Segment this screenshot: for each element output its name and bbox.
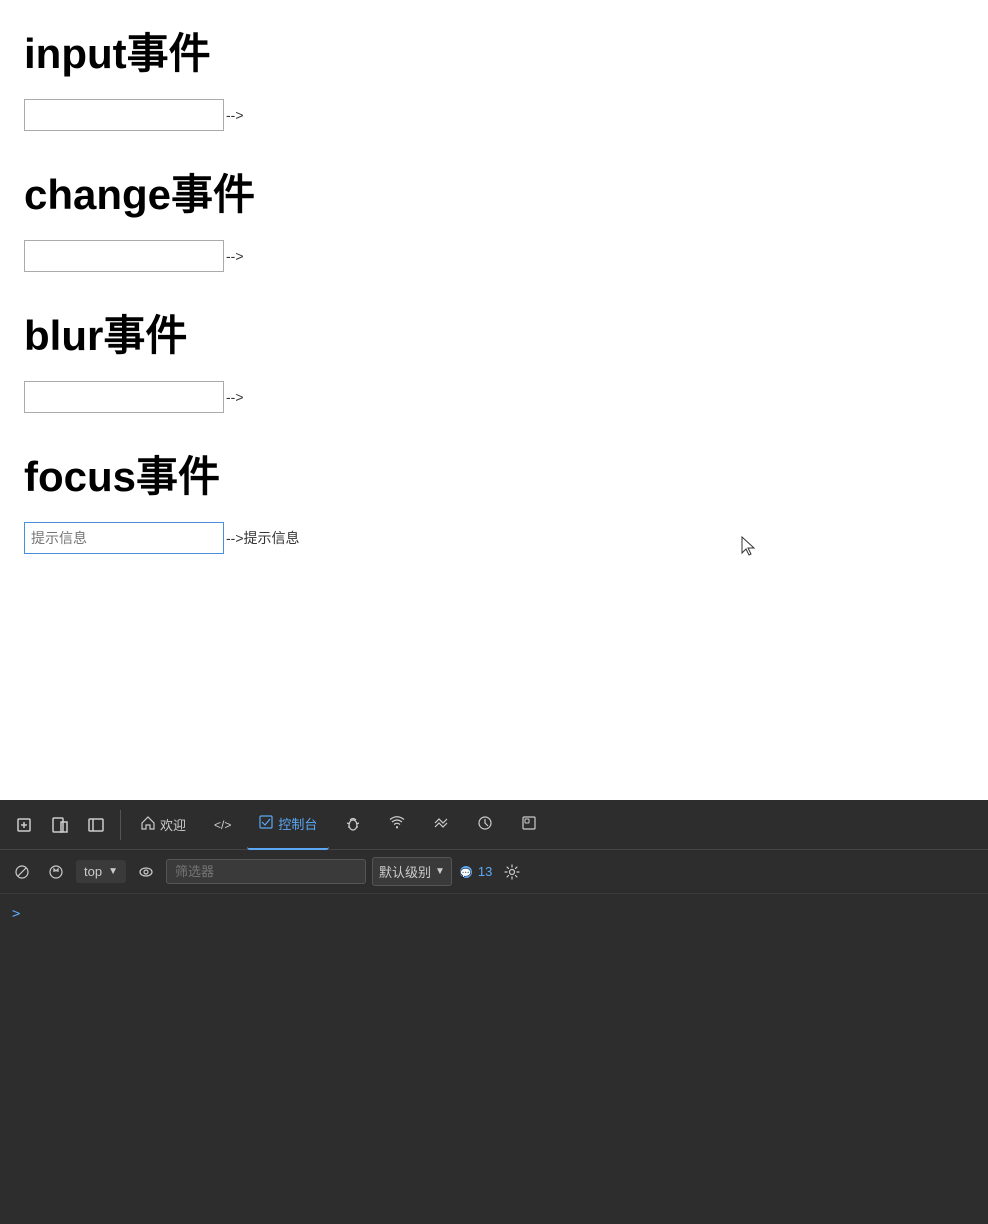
console-output-area[interactable]: > (0, 894, 988, 1224)
context-selector-button[interactable]: top ▼ (76, 860, 126, 883)
change-arrow: --> (226, 248, 244, 264)
input-section-title: input事件 (24, 20, 964, 81)
home-icon (141, 816, 155, 833)
tab-memory[interactable] (465, 800, 505, 850)
blur-section-title: blur事件 (24, 302, 964, 363)
input-event-field[interactable] (24, 99, 224, 131)
change-event-field[interactable] (24, 240, 224, 272)
change-section-title: change事件 (24, 161, 964, 222)
tab-console-label: 控制台 (278, 814, 317, 833)
console-level-label: 默认级别 (379, 862, 431, 881)
change-row: --> (24, 240, 964, 272)
tab-separator-1 (120, 810, 121, 840)
tab-console[interactable]: 控制台 (247, 800, 329, 850)
devtools-panel: 欢迎 </> 控制台 (0, 800, 988, 1224)
tab-welcome[interactable]: 欢迎 (129, 800, 198, 850)
blur-row: --> (24, 381, 964, 413)
preserve-log-button[interactable] (42, 860, 70, 884)
blur-arrow: --> (226, 389, 244, 405)
message-count-number: 13 (478, 864, 492, 879)
change-section: change事件 --> (24, 161, 964, 272)
input-section: input事件 --> (24, 20, 964, 131)
application-icon (521, 815, 537, 834)
context-selector-value: top (84, 864, 102, 879)
blur-section: blur事件 --> (24, 302, 964, 413)
context-selector-dropdown-icon: ▼ (108, 866, 118, 877)
clear-console-button[interactable] (8, 860, 36, 884)
sidebar-toggle-button[interactable] (80, 811, 112, 839)
focus-section: focus事件 -->提示信息 (24, 443, 964, 554)
tab-application[interactable] (509, 800, 549, 850)
main-content: input事件 --> change事件 --> blur事件 --> focu… (0, 0, 988, 800)
level-dropdown-icon: ▼ (435, 866, 445, 877)
focus-arrow: -->提示信息 (226, 528, 300, 548)
console-icon (259, 815, 273, 832)
tab-network[interactable] (377, 800, 417, 850)
performance-icon (433, 815, 449, 834)
console-level-selector[interactable]: 默认级别 ▼ (372, 857, 452, 886)
devtools-tabbar: 欢迎 </> 控制台 (0, 800, 988, 850)
select-tool-button[interactable] (8, 811, 40, 839)
wifi-icon (389, 815, 405, 834)
source-icon: </> (214, 818, 231, 832)
tab-performance[interactable] (421, 800, 461, 850)
svg-text:💬: 💬 (460, 867, 471, 878)
input-row: --> (24, 99, 964, 131)
console-caret-icon: > (12, 906, 20, 922)
tab-source[interactable]: </> (202, 800, 243, 850)
console-toolbar: top ▼ 默认级别 ▼ 💬 13 (0, 850, 988, 894)
watch-expressions-button[interactable] (132, 860, 160, 884)
focus-section-title: focus事件 (24, 443, 964, 504)
bug-icon (345, 815, 361, 834)
input-arrow: --> (226, 107, 244, 123)
focus-event-field[interactable] (24, 522, 224, 554)
blur-event-field[interactable] (24, 381, 224, 413)
console-settings-button[interactable] (498, 860, 526, 884)
console-prompt-row: > (12, 902, 976, 926)
tab-welcome-label: 欢迎 (160, 815, 186, 834)
console-filter-input[interactable] (166, 859, 366, 884)
memory-icon (477, 815, 493, 834)
focus-row: -->提示信息 (24, 522, 964, 554)
tab-debugger[interactable] (333, 800, 373, 850)
console-message-count: 💬 13 (458, 864, 492, 880)
inspect-tool-button[interactable] (44, 811, 76, 839)
